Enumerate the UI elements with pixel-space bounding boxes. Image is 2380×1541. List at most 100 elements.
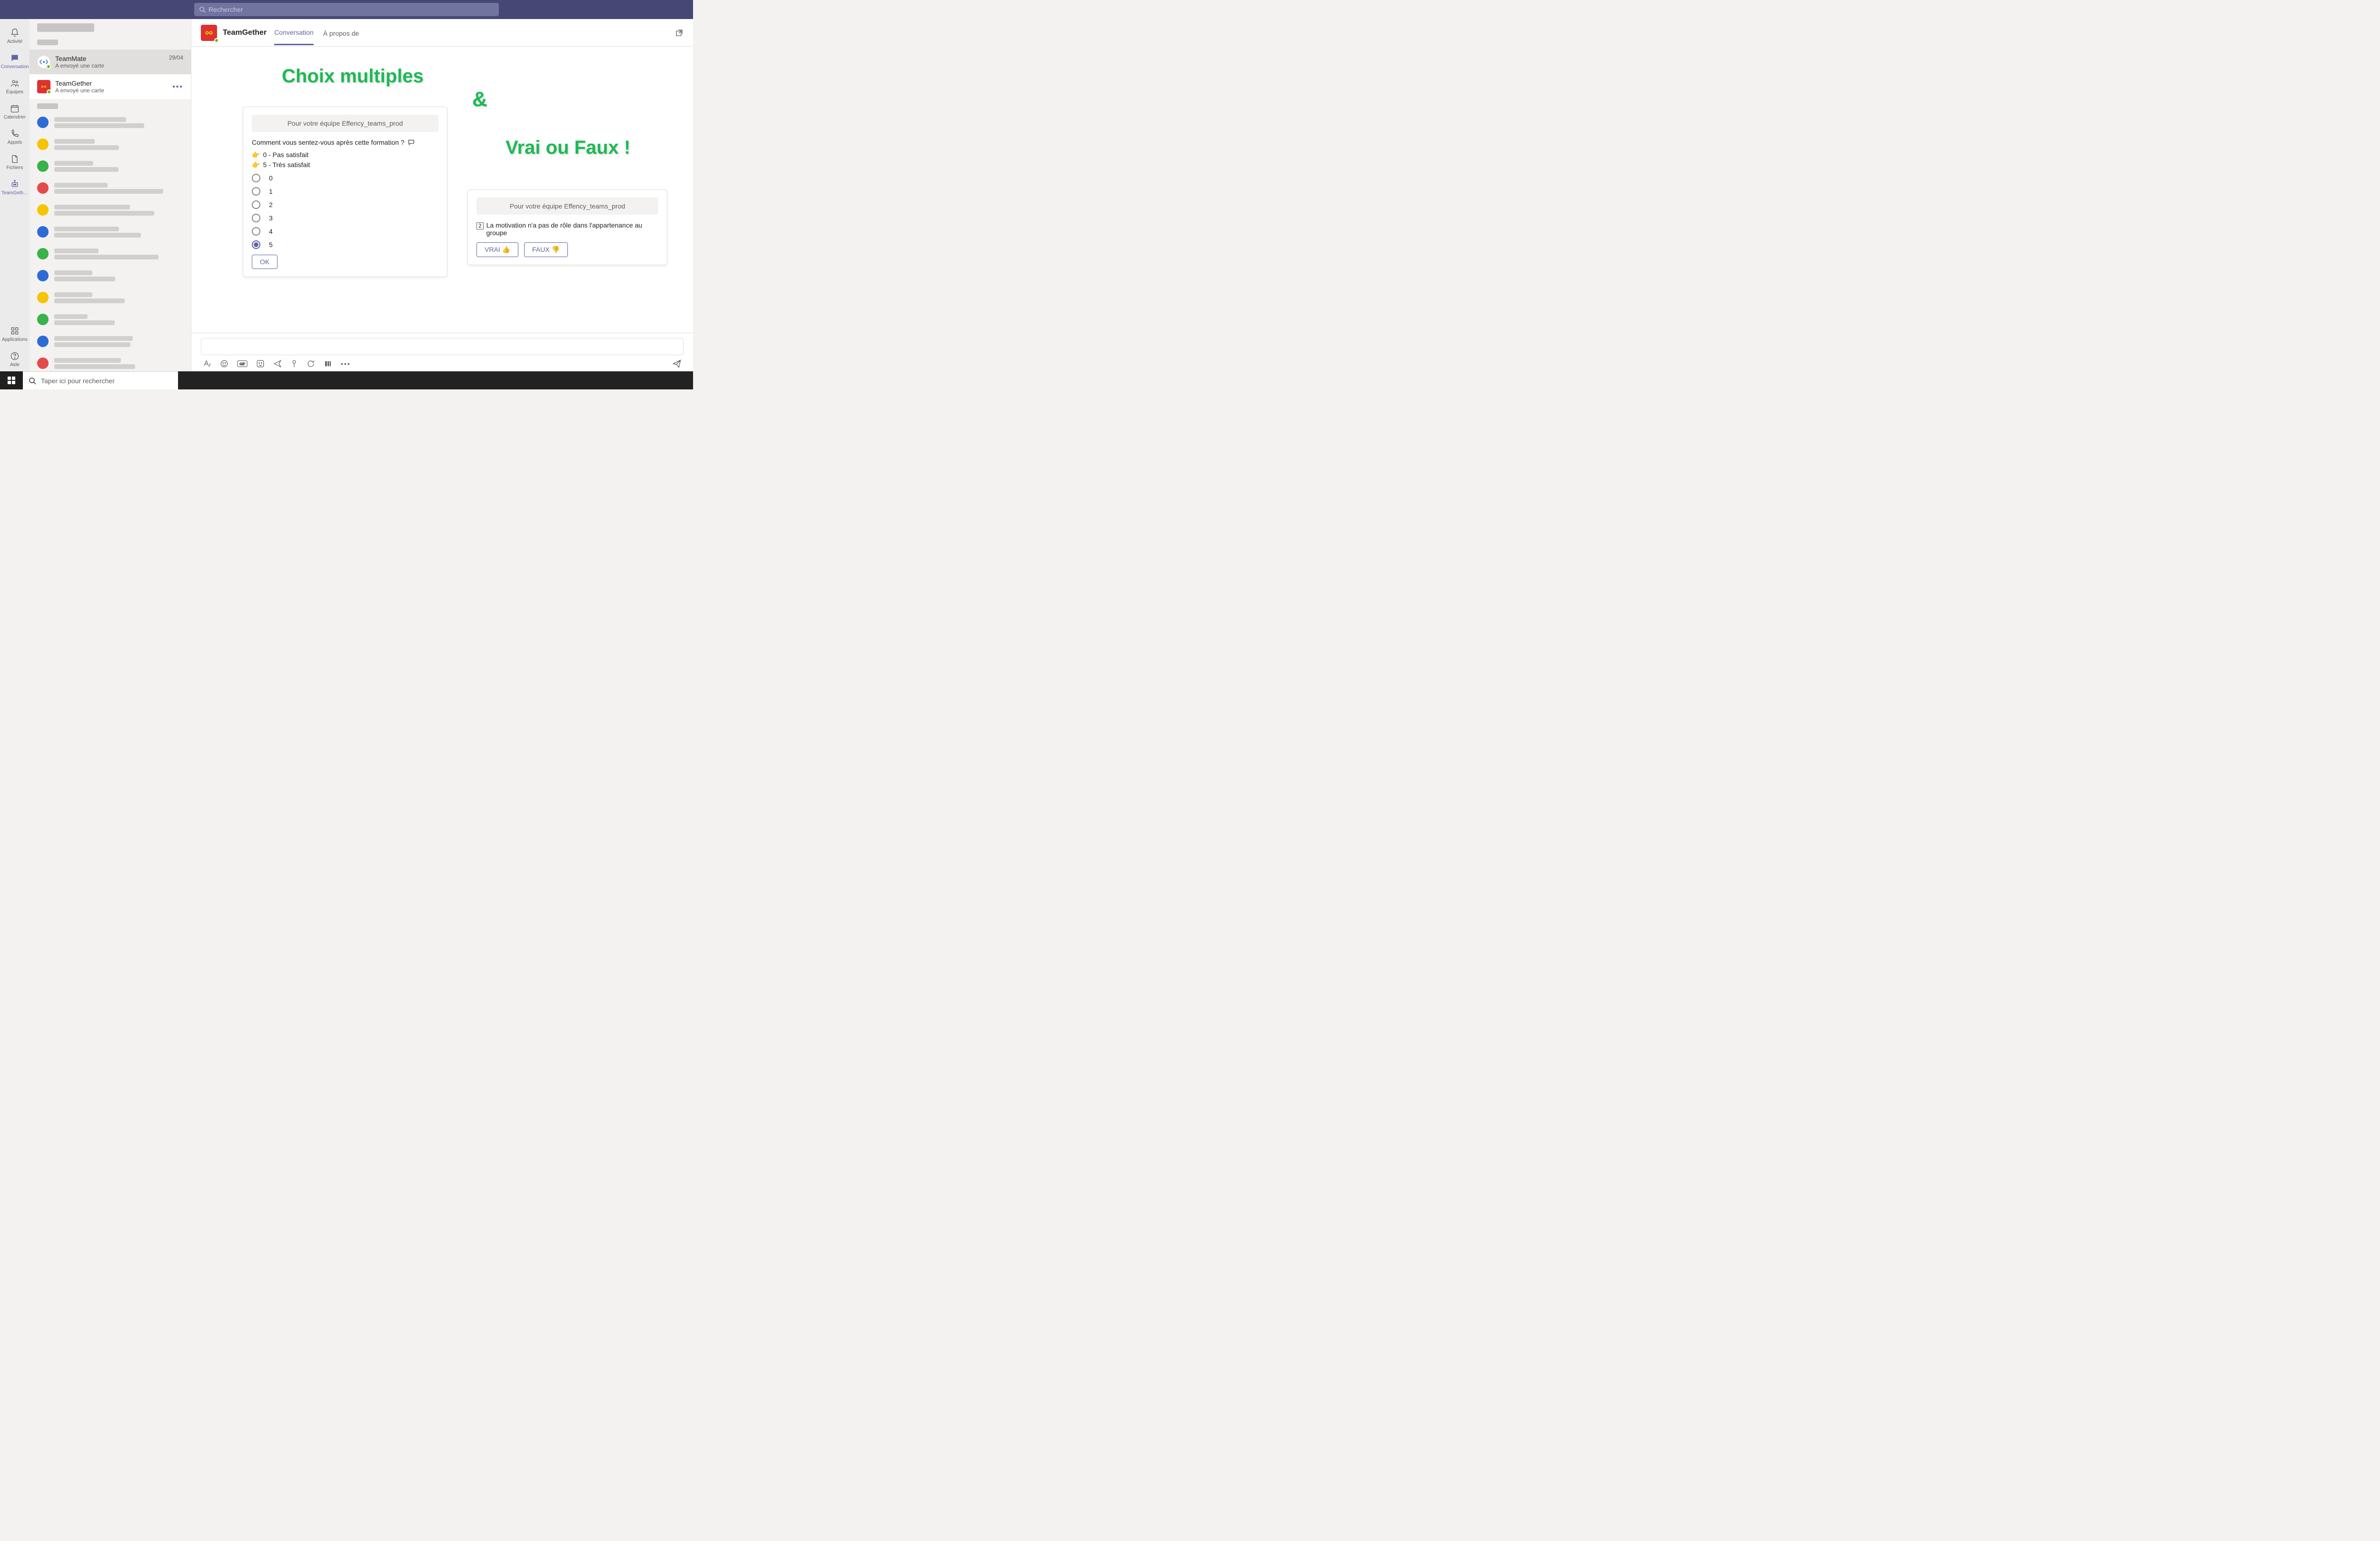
stream-icon[interactable] (324, 359, 332, 368)
help-icon (10, 351, 20, 361)
rail-calendar[interactable]: Calendrier (0, 99, 30, 124)
chat-row-placeholder[interactable] (30, 352, 191, 371)
loop-icon[interactable] (307, 359, 315, 368)
ok-button[interactable]: OK (252, 255, 278, 269)
legend-low: 👉0 - Pas satisfait (252, 151, 438, 159)
emoji-icon[interactable] (220, 359, 228, 368)
chat-row-placeholder[interactable] (30, 221, 191, 243)
radio-option-0[interactable]: 0 (252, 174, 438, 182)
rail-activity[interactable]: Activité (0, 23, 30, 48)
rail-help[interactable]: Aide (0, 346, 30, 371)
headline-amp: & (472, 88, 487, 111)
conversation-header: TeamGether Conversation À propos de (191, 19, 693, 47)
popout-icon[interactable] (675, 29, 684, 37)
rail-calls[interactable]: Appels (0, 124, 30, 149)
false-button[interactable]: FAUX 👎 (524, 242, 568, 257)
approval-icon[interactable] (290, 359, 298, 368)
avatar-placeholder (37, 358, 49, 369)
more-icon[interactable]: ••• (341, 360, 351, 368)
card-banner: Pour votre équipe Effency_teams_prod (476, 198, 658, 215)
tab-conversation[interactable]: Conversation (274, 20, 314, 45)
chat-list: TeamMate A envoyé une carte 29/04 TeamGe… (30, 19, 191, 371)
false-label: FAUX (532, 246, 550, 253)
radio-label: 2 (269, 201, 273, 209)
calendar-icon (10, 103, 20, 114)
rail-apps[interactable]: Applications (0, 321, 30, 346)
radio-icon (252, 187, 260, 196)
redacted-section (37, 103, 58, 109)
legend-label: 5 - Très satisfait (263, 161, 310, 169)
radio-option-3[interactable]: 3 (252, 214, 438, 222)
chat-row-teamgether[interactable]: TeamGether A envoyé une carte ••• (30, 74, 191, 99)
chat-subtitle: A envoyé une carte (55, 87, 183, 94)
chat-row-placeholder[interactable] (30, 199, 191, 221)
chat-row-placeholder[interactable] (30, 330, 191, 352)
bot-icon (10, 179, 20, 189)
start-button[interactable] (0, 371, 23, 389)
radio-icon (252, 240, 260, 249)
avatar-teamgether (37, 80, 50, 93)
point-right-icon: 👉 (252, 151, 260, 159)
true-label: VRAI (485, 246, 500, 253)
chat-row-placeholder[interactable] (30, 265, 191, 287)
search-icon (29, 377, 36, 385)
radio-option-5[interactable]: 5 (252, 240, 438, 249)
rail-label: Fichiers (6, 165, 23, 170)
chat-row-placeholder[interactable] (30, 243, 191, 265)
avatar-teammate (37, 55, 50, 69)
radio-option-4[interactable]: 4 (252, 227, 438, 236)
gif-icon[interactable]: GIF (237, 360, 248, 368)
svg-text:GIF: GIF (239, 363, 245, 366)
message-input[interactable] (201, 338, 684, 355)
avatar-placeholder (37, 270, 49, 281)
headline-multiple: Choix multiples (282, 66, 424, 87)
speech-icon (407, 139, 415, 146)
presence-icon (47, 89, 51, 94)
tab-about[interactable]: À propos de (323, 21, 359, 45)
rail-label: Appels (8, 140, 22, 145)
tf-question-text: La motivation n'a pas de rôle dans l'app… (486, 221, 658, 237)
rail-teams[interactable]: Équipes (0, 73, 30, 99)
file-icon (10, 154, 20, 164)
radio-label: 5 (269, 241, 273, 249)
avatar-placeholder (37, 336, 49, 347)
chat-row-placeholder[interactable] (30, 177, 191, 199)
rail-label: TeamGeth… (1, 190, 28, 196)
radio-option-1[interactable]: 1 (252, 187, 438, 196)
redacted-header (37, 23, 94, 32)
legend-high: 👉5 - Très satisfait (252, 161, 438, 169)
rail-files[interactable]: Fichiers (0, 149, 30, 174)
true-button[interactable]: VRAI 👍 (476, 242, 518, 257)
presence-icon (214, 38, 219, 43)
global-search[interactable]: Rechercher (194, 3, 499, 16)
avatar-placeholder (37, 139, 49, 150)
chat-row-placeholder[interactable] (30, 111, 191, 133)
tf-question: 2 La motivation n'a pas de rôle dans l'a… (476, 221, 658, 237)
teams-icon (10, 78, 20, 89)
rail-conversation[interactable]: Conversation (0, 48, 30, 73)
avatar-placeholder (37, 204, 49, 216)
sticker-icon[interactable] (256, 359, 265, 368)
avatar-placeholder (37, 314, 49, 325)
avatar-placeholder (37, 182, 49, 194)
chat-row-placeholder[interactable] (30, 155, 191, 177)
chat-row-placeholder[interactable] (30, 287, 191, 308)
chat-row-teammate[interactable]: TeamMate A envoyé une carte 29/04 (30, 50, 191, 74)
taskbar-search[interactable]: Taper ici pour rechercher (23, 371, 178, 389)
rail-label: Calendrier (4, 115, 26, 120)
format-icon[interactable] (203, 359, 211, 368)
card-multiple-choice: Pour votre équipe Effency_teams_prod Com… (243, 107, 447, 277)
chat-row-placeholder[interactable] (30, 133, 191, 155)
more-icon[interactable]: ••• (172, 83, 183, 91)
chat-timestamp: 29/04 (169, 54, 183, 61)
radio-option-2[interactable]: 2 (252, 200, 438, 209)
priority-icon[interactable] (273, 359, 282, 368)
send-icon[interactable] (672, 359, 682, 368)
rail-label: Équipes (6, 89, 23, 95)
thumbs-up-icon: 👍 (502, 246, 510, 253)
radio-label: 1 (269, 188, 273, 195)
chat-row-placeholder[interactable] (30, 308, 191, 330)
question-text: Comment vous sentez-vous après cette for… (252, 139, 438, 146)
rail-teamgether[interactable]: TeamGeth… (0, 174, 30, 199)
rail-label: Aide (10, 362, 20, 368)
